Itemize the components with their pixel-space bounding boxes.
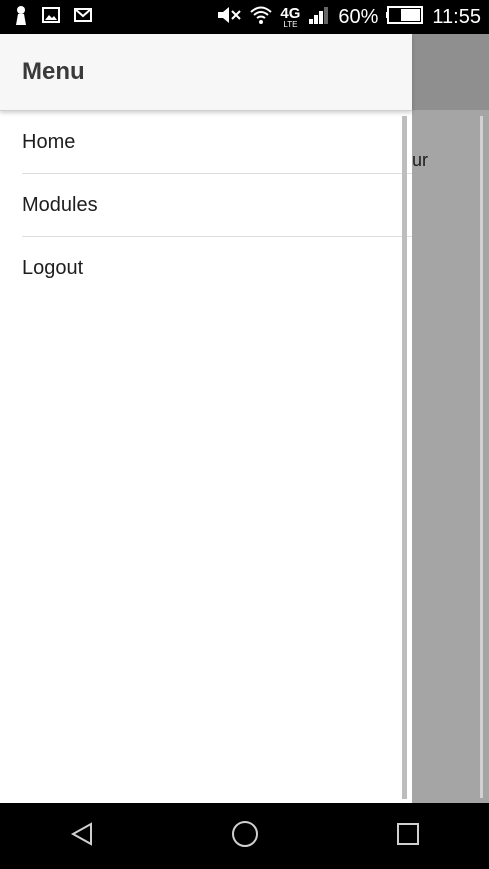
drawer-scrollbar[interactable] xyxy=(402,116,407,799)
clock: 11:55 xyxy=(432,5,481,28)
back-button[interactable] xyxy=(52,806,112,866)
system-nav-bar xyxy=(0,803,489,869)
network-label: 4G xyxy=(280,4,301,22)
menu-item-label: Logout xyxy=(22,256,84,279)
battery-percent: 60% xyxy=(338,5,379,28)
signal-icon xyxy=(308,6,330,29)
menu-item-home[interactable]: Home xyxy=(22,111,412,174)
lte-icon: 4G LTE xyxy=(280,6,300,29)
profile-icon xyxy=(14,5,28,30)
app-header-background xyxy=(412,34,489,110)
menu-item-label: Home xyxy=(22,130,76,153)
menu-item-label: Modules xyxy=(22,193,98,216)
background-peek-text: ur xyxy=(412,150,429,170)
home-button[interactable] xyxy=(215,806,275,866)
gallery-icon xyxy=(42,6,60,28)
drawer-title: Menu xyxy=(22,58,85,85)
network-sub-label: LTE xyxy=(283,19,298,29)
status-bar: 4G LTE 60% 11:55 xyxy=(0,0,489,34)
navigation-drawer: Menu Home Modules Logout xyxy=(0,34,412,803)
recents-icon xyxy=(396,822,420,851)
background-scrollbar xyxy=(480,116,483,798)
menu-item-logout[interactable]: Logout xyxy=(22,237,412,299)
home-icon xyxy=(231,820,259,853)
recents-button[interactable] xyxy=(378,806,438,866)
wifi-icon xyxy=(250,5,273,30)
mute-icon xyxy=(216,5,242,30)
back-icon xyxy=(69,821,95,852)
gmail-icon xyxy=(74,7,92,27)
menu-item-modules[interactable]: Modules xyxy=(22,174,412,237)
battery-icon xyxy=(386,5,424,29)
drawer-header: Menu xyxy=(0,34,412,111)
menu-list: Home Modules Logout xyxy=(0,111,412,299)
